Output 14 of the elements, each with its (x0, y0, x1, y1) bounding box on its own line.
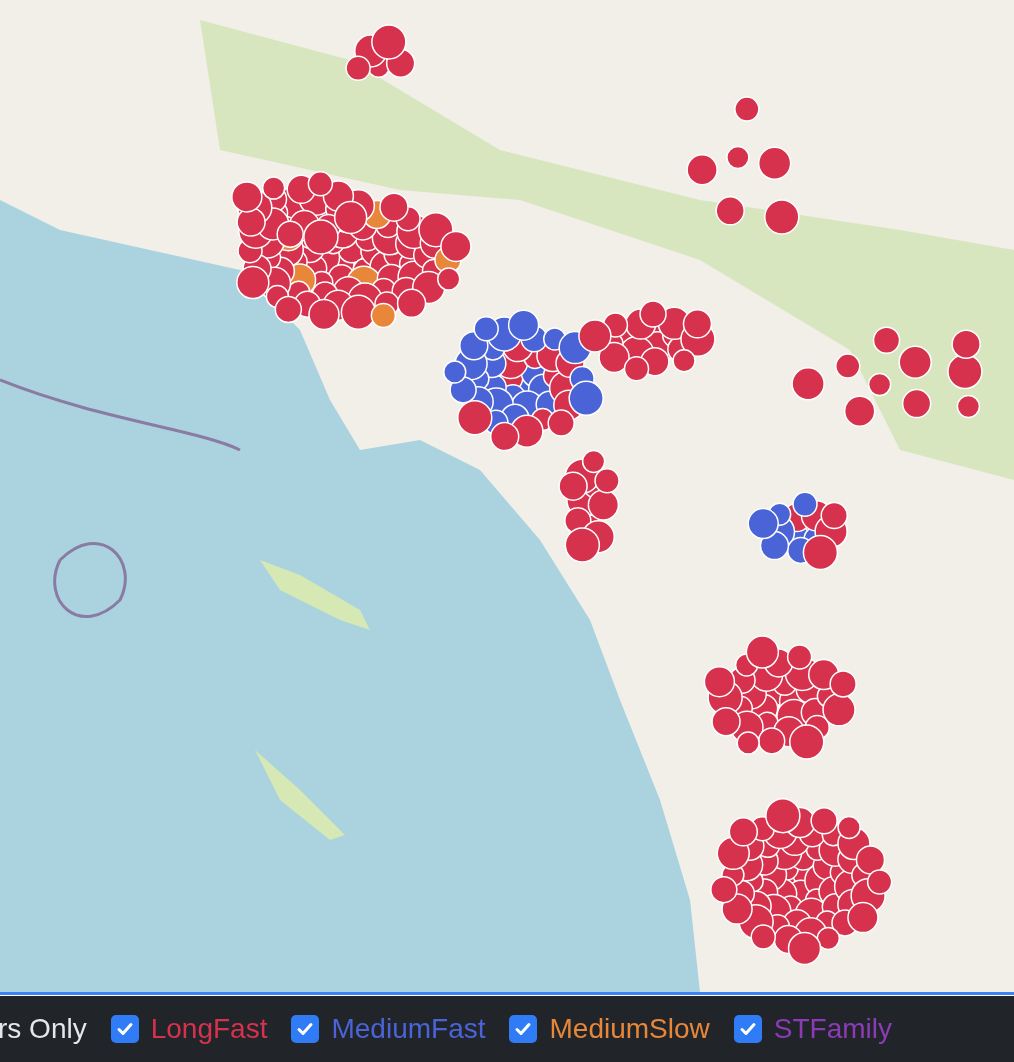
filter-label: MediumSlow (549, 1012, 710, 1046)
filter-label: STFamily (773, 1012, 892, 1046)
checkmark-icon (514, 1020, 533, 1038)
checkbox[interactable] (291, 1015, 320, 1043)
filter-label: MediumFast (331, 1012, 486, 1046)
map-drawing[interactable] (0, 0, 1014, 992)
checkbox[interactable] (509, 1015, 538, 1043)
checkmark-icon (738, 1020, 757, 1038)
filter-label: LongFast (150, 1012, 268, 1046)
filter-label: rs Only (0, 1012, 87, 1046)
checkmark-icon (296, 1020, 315, 1038)
checkbox[interactable] (733, 1015, 762, 1043)
checkmark-icon (115, 1020, 134, 1038)
checkbox[interactable] (110, 1015, 139, 1043)
